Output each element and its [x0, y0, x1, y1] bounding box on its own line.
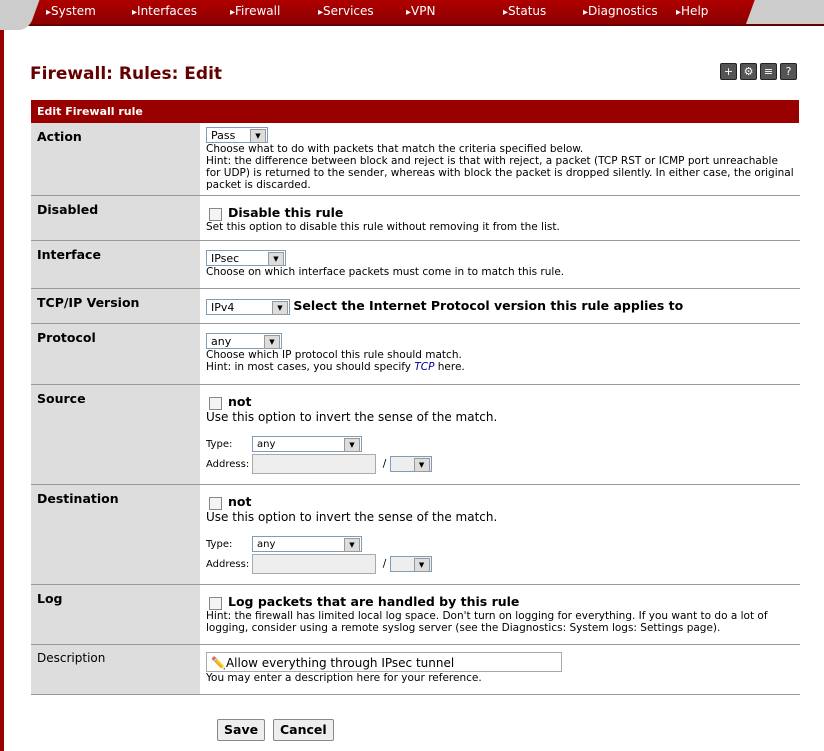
value: any	[257, 438, 276, 450]
add-icon[interactable]: +	[720, 63, 737, 80]
label: Source	[31, 384, 200, 485]
nav-interfaces[interactable]: Interfaces	[132, 4, 197, 18]
chevron-down-icon: ▼	[344, 537, 360, 552]
action-select[interactable]: Pass ▼	[206, 127, 268, 143]
help: Choose on which interface packets must c…	[206, 266, 565, 278]
row-description: Description ✏️Allow everything through I…	[31, 644, 800, 695]
help: Choose what to do with packets that matc…	[206, 143, 584, 155]
cancel-button[interactable]: Cancel	[273, 719, 334, 741]
hint: Hint: in most cases, you should specify	[206, 361, 415, 373]
destination-type-select[interactable]: any ▼	[252, 535, 362, 552]
help: Use this option to invert the sense of t…	[206, 409, 498, 424]
check-label: not	[228, 494, 252, 509]
interface-select[interactable]: IPsec ▼	[206, 250, 286, 266]
label: TCP/IP Version	[31, 288, 200, 324]
hint-tcp: TCP	[414, 361, 435, 373]
page: System Interfaces Firewall Services VPN …	[0, 0, 824, 751]
check-label: Log packets that are handled by this rul…	[228, 594, 520, 609]
type-label: Type:	[206, 538, 233, 550]
row-log: Log Log packets that are handled by this…	[31, 584, 800, 645]
value: Allow everything through IPsec tunnel	[225, 656, 455, 670]
check-label: not	[228, 394, 252, 409]
hint: Hint: the difference between block and r…	[206, 155, 794, 191]
help: Select the Internet Protocol version thi…	[293, 298, 684, 313]
check-label: Disable this rule	[228, 205, 344, 220]
destination-mask-select[interactable]: ▼	[389, 555, 432, 572]
address-label: Address:	[206, 558, 250, 570]
chevron-down-icon: ▼	[413, 557, 430, 572]
address-label: Address:	[206, 458, 250, 470]
chevron-down-icon: ▼	[344, 437, 360, 452]
chevron-down-icon: ▼	[250, 129, 266, 143]
label: Interface	[31, 240, 200, 289]
nav-system[interactable]: System	[46, 4, 96, 18]
row-disabled: Disabled Disable this rule Set this optio…	[31, 195, 800, 241]
label: Description	[31, 644, 200, 695]
row-source: Source not Use this option to invert the …	[31, 384, 800, 485]
help: You may enter a description here for you…	[206, 672, 482, 684]
chevron-down-icon: ▼	[264, 335, 280, 349]
label: Destination	[31, 484, 200, 585]
source-address-input[interactable]	[252, 453, 376, 474]
row-ipver: TCP/IP Version IPv4 ▼ Select the Internet…	[31, 288, 800, 324]
row-destination: Destination not Use this option to invert…	[31, 484, 800, 585]
ipver-select[interactable]: IPv4 ▼	[206, 299, 290, 315]
value: Pass	[211, 129, 236, 142]
chevron-down-icon: ▼	[268, 252, 284, 266]
nav-firewall[interactable]: Firewall	[230, 4, 280, 18]
value: any	[211, 335, 232, 348]
page-icons: + ⚙ ≡?	[720, 63, 797, 80]
value: IPv4	[211, 301, 235, 314]
rule-form: Action Pass ▼ Choose what to do with pack…	[31, 123, 800, 695]
disable-checkbox[interactable]	[209, 207, 222, 221]
help-icon[interactable]: ?	[780, 63, 797, 80]
row-protocol: Protocol any ▼ Choose which IP protocol th…	[31, 323, 800, 385]
host-area	[746, 0, 824, 24]
logo	[0, 0, 40, 30]
destination-address-input[interactable]	[252, 553, 376, 574]
page-title: Firewall: Rules: Edit	[30, 64, 223, 84]
label: Protocol	[31, 323, 200, 385]
row-action: Action Pass ▼ Choose what to do with pack…	[31, 123, 800, 196]
value: IPsec	[211, 252, 240, 265]
nav-status[interactable]: Status	[503, 4, 546, 18]
log-icon[interactable]: ≡	[760, 63, 777, 80]
type-label: Type:	[206, 438, 233, 450]
source-not-checkbox[interactable]	[209, 396, 222, 410]
save-button[interactable]: Save	[217, 719, 266, 741]
help: Choose which IP protocol this rule shoul…	[206, 349, 462, 361]
source-mask-select[interactable]: ▼	[389, 455, 432, 472]
nav-diagnostics[interactable]: Diagnostics	[583, 4, 658, 18]
chevron-down-icon: ▼	[272, 301, 288, 315]
help: Set this option to disable this rule wit…	[206, 220, 560, 233]
help: Use this option to invert the sense of t…	[206, 509, 498, 524]
gear-icon[interactable]: ⚙	[740, 63, 757, 80]
destination-not-checkbox[interactable]	[209, 496, 222, 510]
nav-vpn[interactable]: VPN	[406, 4, 435, 18]
nav-services[interactable]: Services	[318, 4, 374, 18]
slash: /	[382, 557, 387, 570]
log-checkbox[interactable]	[209, 596, 222, 610]
source-type-select[interactable]: any ▼	[252, 435, 362, 452]
value: any	[257, 538, 276, 550]
chevron-down-icon: ▼	[413, 457, 430, 472]
help: Hint: the firewall has limited local log…	[206, 609, 768, 634]
nav-help[interactable]: Help	[676, 4, 708, 18]
description-input[interactable]: ✏️Allow everything through IPsec tunnel	[206, 652, 562, 672]
section-header: Edit Firewall rule	[31, 100, 799, 123]
protocol-select[interactable]: any ▼	[206, 333, 282, 349]
top-nav: System Interfaces Firewall Services VPN …	[0, 0, 824, 30]
label: Log	[31, 584, 200, 645]
label: Action	[31, 123, 200, 196]
pencil-icon: ✏️	[211, 656, 226, 670]
slash: /	[382, 457, 387, 470]
hint-end: here.	[434, 361, 465, 373]
label: Disabled	[31, 195, 200, 241]
row-interface: Interface IPsec ▼ Choose on which interfac…	[31, 240, 800, 289]
